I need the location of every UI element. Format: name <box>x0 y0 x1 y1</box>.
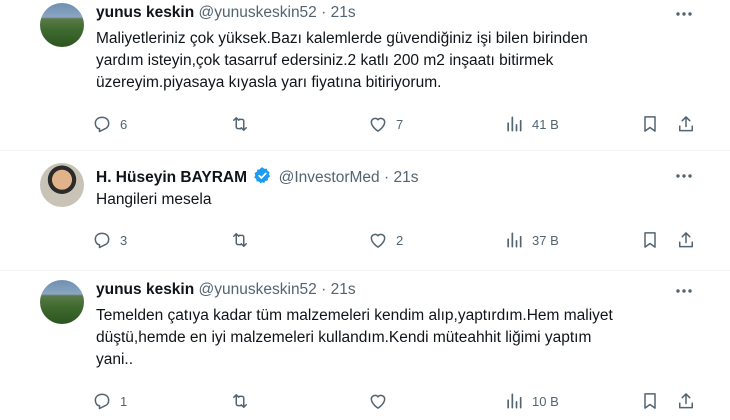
bookmark-icon <box>644 393 656 409</box>
retweet-button[interactable] <box>230 230 258 250</box>
retweet-icon <box>233 117 247 131</box>
avatar[interactable] <box>40 280 84 324</box>
tweet[interactable]: yunus keskin @yunuskeskin52 · 21s Temeld… <box>0 271 730 420</box>
action-bar: 1 10 B <box>92 391 702 415</box>
reply-button[interactable]: 6 <box>92 114 127 134</box>
tweet-text: Temelden çatıya kadar tüm malzemeleri ke… <box>96 307 613 368</box>
views-count: 10 B <box>532 393 559 409</box>
reply-button[interactable]: 1 <box>92 391 127 411</box>
heart-icon <box>370 394 386 409</box>
share-button[interactable] <box>676 114 696 134</box>
author-name[interactable]: H. Hüseyin BAYRAM <box>96 169 247 186</box>
bookmark-icon <box>644 116 656 132</box>
bookmark-button[interactable] <box>640 391 660 411</box>
views-icon <box>507 116 522 132</box>
like-count: 7 <box>396 116 404 132</box>
retweet-button[interactable] <box>230 391 258 411</box>
more-options-icon[interactable] <box>674 4 694 24</box>
tweet-text: Maliyetleriniz çok yüksek.Bazı kalemlerd… <box>96 30 588 91</box>
views-button[interactable]: 37 B <box>504 230 559 250</box>
reply-icon <box>94 116 110 133</box>
author-handle[interactable]: @InvestorMed <box>279 169 380 186</box>
avatar[interactable] <box>40 3 84 47</box>
reply-button[interactable]: 3 <box>92 230 127 250</box>
views-count: 41 B <box>532 116 559 132</box>
like-button[interactable] <box>368 391 396 411</box>
like-button[interactable]: 7 <box>368 114 403 134</box>
reply-count: 6 <box>120 116 128 132</box>
more-options-icon[interactable] <box>674 166 694 186</box>
heart-icon <box>370 117 386 132</box>
reply-count: 3 <box>120 232 128 248</box>
author-handle[interactable]: @yunuskeskin52 <box>199 281 317 298</box>
reply-icon <box>94 393 110 410</box>
action-bar: 3 2 37 B <box>92 230 702 254</box>
bookmark-button[interactable] <box>640 114 660 134</box>
tweet[interactable]: H. Hüseyin BAYRAM @InvestorMed · 21s Han… <box>0 151 730 270</box>
timestamp[interactable]: · 21s <box>384 169 418 186</box>
author-name[interactable]: yunus keskin <box>96 281 194 298</box>
bookmark-icon <box>644 232 656 248</box>
action-bar: 6 7 41 B <box>92 114 702 138</box>
views-button[interactable]: 41 B <box>504 114 559 134</box>
author-name[interactable]: yunus keskin <box>96 4 194 21</box>
avatar[interactable] <box>40 163 84 207</box>
share-button[interactable] <box>676 230 696 250</box>
tweet-text: Hangileri mesela <box>96 191 212 208</box>
share-icon <box>679 393 693 409</box>
views-icon <box>507 232 522 248</box>
more-options-icon[interactable] <box>674 281 694 301</box>
retweet-button[interactable] <box>230 114 258 134</box>
timestamp[interactable]: · 21s <box>321 281 355 298</box>
like-button[interactable]: 2 <box>368 230 403 250</box>
tweet[interactable]: yunus keskin @yunuskeskin52 · 21s Maliye… <box>0 0 730 150</box>
verified-badge-icon[interactable] <box>253 166 272 185</box>
timestamp[interactable]: · 21s <box>321 4 355 21</box>
bookmark-button[interactable] <box>640 230 660 250</box>
views-icon <box>507 393 522 409</box>
share-icon <box>679 232 693 248</box>
like-count: 2 <box>396 232 404 248</box>
author-handle[interactable]: @yunuskeskin52 <box>199 4 317 21</box>
retweet-icon <box>233 233 247 247</box>
share-icon <box>679 116 693 132</box>
reply-count: 1 <box>120 393 128 409</box>
reply-icon <box>94 232 110 249</box>
share-button[interactable] <box>676 391 696 411</box>
views-count: 37 B <box>532 232 559 248</box>
heart-icon <box>370 233 386 248</box>
views-button[interactable]: 10 B <box>504 391 559 411</box>
retweet-icon <box>233 394 247 408</box>
